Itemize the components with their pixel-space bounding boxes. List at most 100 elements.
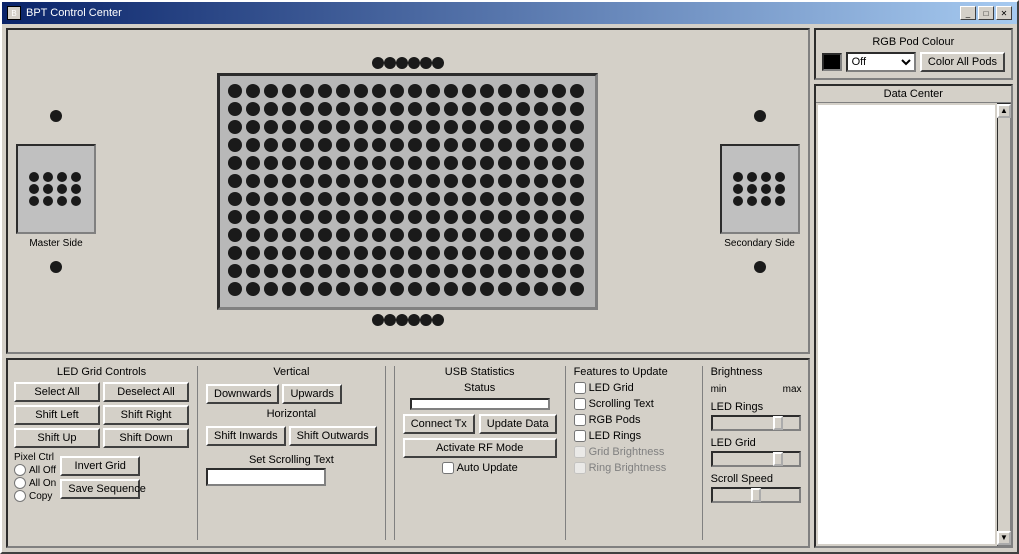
led-dot[interactable] (570, 192, 584, 206)
led-dot[interactable] (498, 210, 512, 224)
led-dot[interactable] (390, 192, 404, 206)
led-dot[interactable] (318, 174, 332, 188)
led-dot[interactable] (552, 120, 566, 134)
led-dot[interactable] (372, 174, 386, 188)
led-dot[interactable] (228, 282, 242, 296)
led-dot[interactable] (498, 192, 512, 206)
led-dot[interactable] (498, 156, 512, 170)
led-dot[interactable] (408, 84, 422, 98)
led-dot[interactable] (462, 228, 476, 242)
led-dot[interactable] (534, 264, 548, 278)
led-dot[interactable] (282, 228, 296, 242)
led-dot[interactable] (444, 156, 458, 170)
led-dot[interactable] (246, 102, 260, 116)
led-dot[interactable] (552, 228, 566, 242)
led-dot[interactable] (408, 282, 422, 296)
led-dot[interactable] (552, 246, 566, 260)
led-dot[interactable] (246, 84, 260, 98)
led-dot[interactable] (354, 246, 368, 260)
led-dot[interactable] (552, 174, 566, 188)
led-dot[interactable] (570, 120, 584, 134)
led-dot[interactable] (426, 246, 440, 260)
led-dot[interactable] (534, 210, 548, 224)
led-dot[interactable] (390, 228, 404, 242)
led-rings-slider[interactable] (711, 415, 801, 431)
led-dot[interactable] (480, 156, 494, 170)
led-dot[interactable] (336, 138, 350, 152)
led-dot[interactable] (444, 174, 458, 188)
led-dot[interactable] (354, 228, 368, 242)
led-dot[interactable] (408, 246, 422, 260)
led-dot[interactable] (372, 246, 386, 260)
led-dot[interactable] (480, 192, 494, 206)
led-dot[interactable] (336, 84, 350, 98)
led-dot[interactable] (444, 210, 458, 224)
led-dot[interactable] (462, 192, 476, 206)
led-dot[interactable] (408, 102, 422, 116)
led-dot[interactable] (426, 156, 440, 170)
invert-grid-button[interactable]: Invert Grid (60, 456, 140, 476)
led-dot[interactable] (570, 174, 584, 188)
led-dot[interactable] (516, 282, 530, 296)
led-dot[interactable] (354, 264, 368, 278)
led-dot[interactable] (336, 192, 350, 206)
update-data-button[interactable]: Update Data (479, 414, 557, 434)
led-dot[interactable] (480, 282, 494, 296)
led-dot[interactable] (354, 282, 368, 296)
led-dot[interactable] (228, 192, 242, 206)
led-dot[interactable] (516, 174, 530, 188)
led-dot[interactable] (408, 156, 422, 170)
led-dot[interactable] (444, 138, 458, 152)
led-dot[interactable] (516, 156, 530, 170)
led-dot[interactable] (534, 228, 548, 242)
led-dot[interactable] (246, 192, 260, 206)
shift-outwards-button[interactable]: Shift Outwards (289, 426, 377, 446)
led-dot[interactable] (498, 282, 512, 296)
led-dot[interactable] (426, 282, 440, 296)
led-dot[interactable] (498, 228, 512, 242)
led-dot[interactable] (354, 84, 368, 98)
led-dot[interactable] (408, 264, 422, 278)
all-on-radio[interactable] (14, 477, 26, 489)
led-dot[interactable] (570, 228, 584, 242)
led-dot[interactable] (426, 192, 440, 206)
led-dot[interactable] (246, 120, 260, 134)
led-dot[interactable] (444, 264, 458, 278)
led-dot[interactable] (228, 120, 242, 134)
led-dot[interactable] (354, 210, 368, 224)
led-dot[interactable] (480, 228, 494, 242)
led-dot[interactable] (426, 210, 440, 224)
rgb-color-select[interactable]: Off Red Green Blue (846, 52, 916, 72)
led-dot[interactable] (444, 192, 458, 206)
led-dot[interactable] (516, 264, 530, 278)
scroll-speed-slider[interactable] (711, 487, 801, 503)
led-dot[interactable] (552, 102, 566, 116)
activate-rf-button[interactable]: Activate RF Mode (403, 438, 557, 458)
led-dot[interactable] (444, 228, 458, 242)
shift-up-button[interactable]: Shift Up (14, 428, 100, 448)
led-dot[interactable] (426, 120, 440, 134)
led-dot[interactable] (372, 192, 386, 206)
led-dot[interactable] (246, 210, 260, 224)
led-dot[interactable] (390, 120, 404, 134)
led-dot[interactable] (444, 282, 458, 296)
led-dot[interactable] (282, 174, 296, 188)
led-dot[interactable] (516, 138, 530, 152)
led-dot[interactable] (480, 210, 494, 224)
led-dot[interactable] (354, 174, 368, 188)
led-dot[interactable] (462, 138, 476, 152)
led-dot[interactable] (426, 138, 440, 152)
led-dot[interactable] (408, 228, 422, 242)
led-dot[interactable] (246, 138, 260, 152)
led-dot[interactable] (336, 120, 350, 134)
led-dot[interactable] (282, 246, 296, 260)
led-dot[interactable] (534, 192, 548, 206)
shift-left-button[interactable]: Shift Left (14, 405, 100, 425)
led-dot[interactable] (300, 282, 314, 296)
led-dot[interactable] (264, 228, 278, 242)
led-dot[interactable] (336, 210, 350, 224)
led-dot[interactable] (264, 120, 278, 134)
led-dot[interactable] (534, 282, 548, 296)
led-dot[interactable] (570, 246, 584, 260)
led-dot[interactable] (228, 84, 242, 98)
